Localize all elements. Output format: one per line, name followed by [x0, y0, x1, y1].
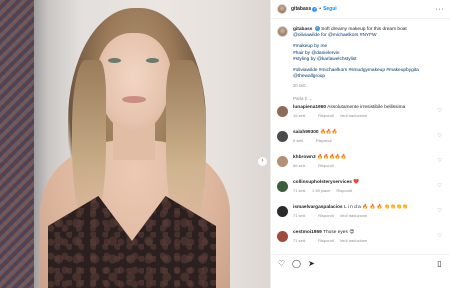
- bookmark-icon[interactable]: ▯: [435, 259, 444, 268]
- see-translation-link[interactable]: Vedi traduzione: [340, 113, 368, 118]
- reply-button[interactable]: Rispondi: [318, 163, 334, 168]
- comment-avatar[interactable]: [277, 205, 288, 217]
- post-header: gitabass ✓ • Segui ···: [271, 0, 450, 19]
- post-modal: › gitabass ✓ • Segui ··· gitabass ✓ Soft…: [0, 0, 450, 288]
- reply-button[interactable]: Rispondi: [318, 238, 334, 243]
- post-photo[interactable]: ›: [0, 0, 270, 288]
- see-translation-link[interactable]: Vedi traduzione: [340, 238, 368, 243]
- comment-username[interactable]: khbrown3: [293, 155, 316, 160]
- background-tapestry: [0, 0, 34, 288]
- comment-text: 🔥🔥🔥: [319, 129, 338, 135]
- avatar[interactable]: [277, 4, 287, 14]
- comment-text: Those eyes 😍: [323, 229, 355, 235]
- comment-icon[interactable]: ◯: [292, 259, 301, 268]
- next-photo-icon[interactable]: ›: [258, 157, 267, 166]
- comment-row: collinsupholsteryservices ❤️ 71 sett. 1 Mi…: [277, 180, 444, 205]
- comment-time: 66 sett.: [293, 162, 307, 168]
- comment-username[interactable]: collinsupholsteryservices: [293, 180, 352, 185]
- caption-hashtags[interactable]: #oliviawilde #michaelkors #smudgymakeup …: [293, 68, 443, 81]
- comment-text: Assolutamente irresistibile bellissima: [327, 104, 406, 110]
- reply-button[interactable]: Rispondi: [316, 138, 332, 143]
- verified-icon: ✓: [314, 26, 320, 31]
- comment-username[interactable]: lunapiena1960: [293, 105, 326, 110]
- comment-row: khbrown3 🔥🔥🔥🔥🔥 66 sett. Rispondi ♡: [277, 155, 444, 180]
- like-heart-icon[interactable]: ♡: [277, 259, 286, 268]
- translate-toggle[interactable]: Parla ti ⌄: [293, 96, 444, 101]
- comment-row: lunapiena1960 Assolutamente irresistibil…: [277, 105, 444, 130]
- photo-eye-left: [108, 58, 121, 63]
- photo-face: [97, 33, 171, 131]
- post-actions-bar: ♡ ◯ ➤ ▯: [271, 254, 450, 288]
- reply-button[interactable]: Rispondi: [318, 213, 334, 218]
- caption-text: Soft dreamy makeup for this dream boat: [321, 26, 407, 32]
- comment-list: lunapiena1960 Assolutamente irresistibil…: [277, 105, 444, 254]
- see-translation-link[interactable]: Vedi traduzione: [340, 213, 368, 218]
- comment-like-heart-icon[interactable]: ♡: [437, 108, 442, 114]
- comment-avatar[interactable]: [277, 230, 288, 242]
- comment-time: 6 sett.: [293, 137, 304, 143]
- caption-time: 20 sett.: [293, 82, 307, 88]
- caption-mentions[interactable]: @oliviawilde for @michaelkors #NYFW: [293, 33, 443, 40]
- comment-username[interactable]: ismaelvargaspalacios: [293, 205, 343, 210]
- comment-text: L i n d a 🔥 🔥 🔥 👏👏👏👏: [343, 204, 408, 210]
- chevron-down-icon: ⌄: [309, 95, 313, 101]
- comment-text: 🔥🔥🔥🔥🔥: [317, 154, 347, 160]
- photo-lips: [122, 96, 146, 103]
- comment-like-heart-icon[interactable]: ♡: [437, 183, 442, 189]
- caption-username[interactable]: gitabass: [293, 27, 312, 32]
- comment-time: 71 sett.: [293, 212, 307, 218]
- post-side-panel: gitabass ✓ • Segui ··· gitabass ✓ Soft d…: [270, 0, 450, 288]
- follow-button[interactable]: Segui: [323, 6, 337, 12]
- comment-row: ismaelvargaspalacios L i n d a 🔥 🔥 🔥 👏👏👏…: [277, 205, 444, 230]
- comment-username[interactable]: cestmoi1959: [293, 230, 322, 235]
- comment-time: 71 sett.: [293, 237, 307, 243]
- comment-avatar[interactable]: [277, 105, 288, 117]
- caption-credit[interactable]: #styling by @karlawelchstylist: [293, 57, 443, 64]
- verified-icon: ✓: [312, 6, 318, 12]
- caption-credit[interactable]: #makeup by me: [293, 44, 443, 51]
- comment-avatar[interactable]: [277, 130, 288, 142]
- reply-button[interactable]: Rispondi: [318, 113, 334, 118]
- reply-button[interactable]: Rispondi: [336, 188, 352, 193]
- comment-like-heart-icon[interactable]: ♡: [437, 133, 442, 139]
- post-username[interactable]: gitabass: [291, 6, 311, 12]
- photo-eye-right: [146, 58, 159, 63]
- translate-label: Parla ti: [293, 95, 308, 101]
- comment-like-heart-icon[interactable]: ♡: [437, 158, 442, 164]
- comment-avatar[interactable]: [277, 155, 288, 167]
- comment-username[interactable]: salah99300: [293, 130, 319, 135]
- more-options-icon[interactable]: ···: [436, 6, 445, 13]
- separator-dot: •: [319, 6, 322, 12]
- caption: gitabass ✓ Soft dreamy makeup for this d…: [277, 26, 444, 90]
- comment-text: ❤️: [353, 179, 360, 185]
- comment-row: cestmoi1959 Those eyes 😍 71 sett. Rispondi…: [277, 230, 444, 254]
- comments-scroll[interactable]: gitabass ✓ Soft dreamy makeup for this d…: [271, 20, 450, 254]
- comment-time: 71 sett.: [293, 187, 307, 193]
- share-icon[interactable]: ➤: [307, 259, 316, 268]
- comment-time: 16 sett.: [293, 112, 307, 118]
- comment-likes[interactable]: 1 Mi piace: [312, 188, 330, 193]
- comment-row: salah99300 🔥🔥🔥 6 sett. Rispondi ♡: [277, 130, 444, 155]
- comment-avatar[interactable]: [277, 180, 288, 192]
- comment-like-heart-icon[interactable]: ♡: [437, 233, 442, 239]
- comment-like-heart-icon[interactable]: ♡: [437, 208, 442, 214]
- caption-avatar[interactable]: [277, 26, 288, 37]
